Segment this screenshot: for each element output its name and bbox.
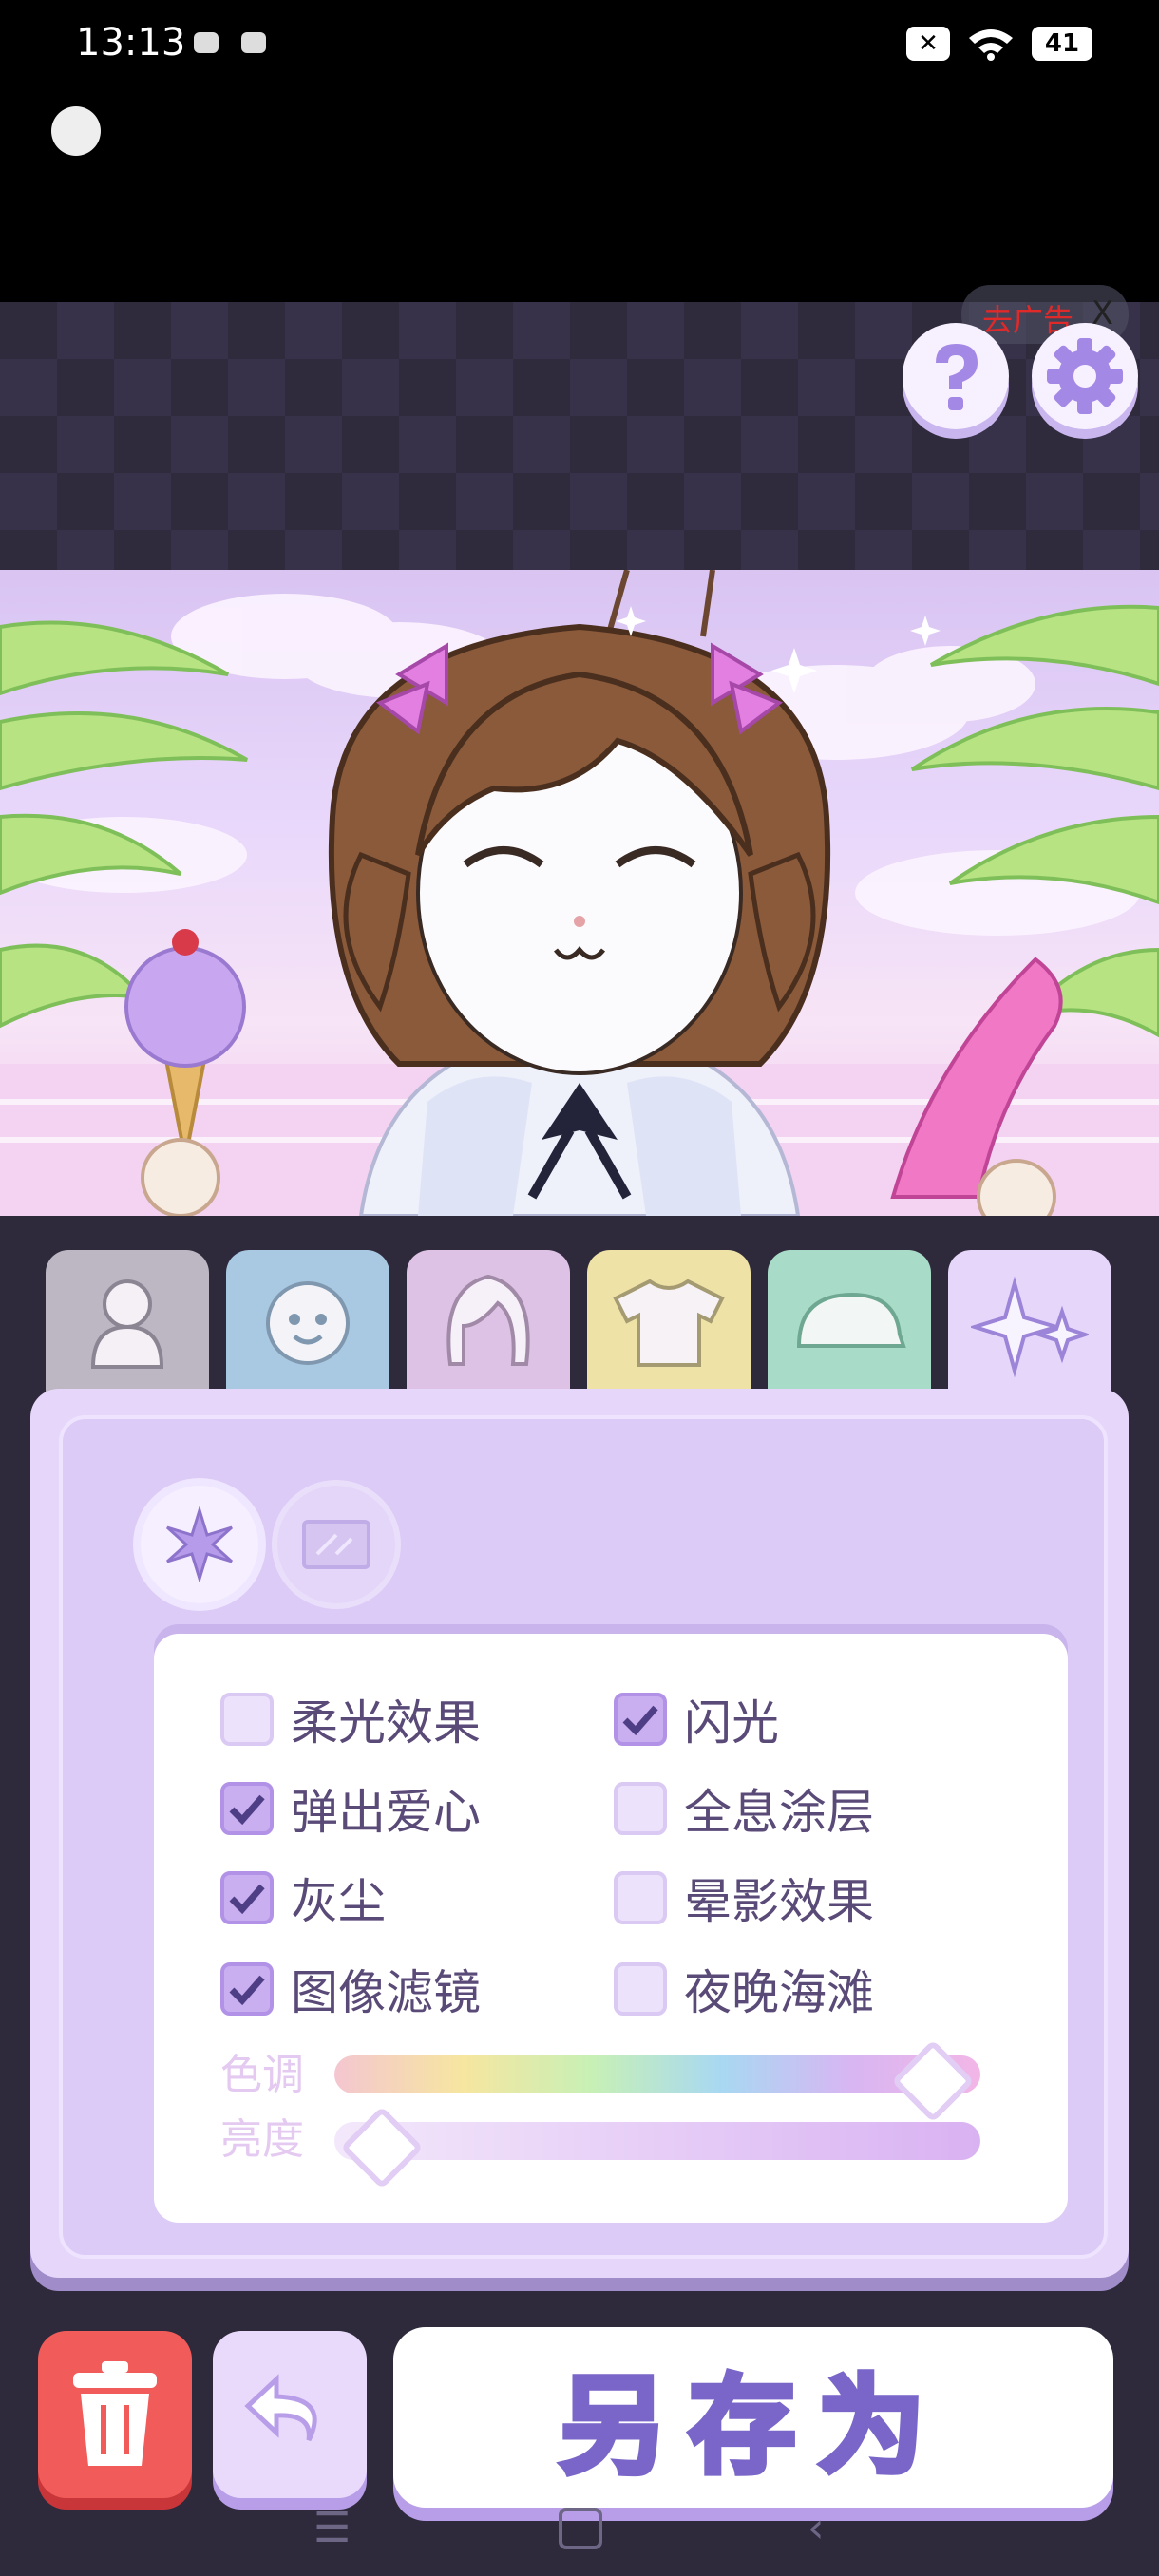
effects-panel: 柔光效果 闪光 弹出爱心 全息涂层 灰尘 晕影效果 图像滤镜 夜晚海滩 色调 亮… [30,1389,1129,2278]
settings-button[interactable] [1032,323,1138,429]
hat-icon [796,1292,906,1348]
effects-panel-inner: 柔光效果 闪光 弹出爱心 全息涂层 灰尘 晕影效果 图像滤镜 夜晚海滩 色调 亮… [59,1415,1108,2259]
save-as-button[interactable]: 另存为 [393,2327,1113,2508]
option-label: 闪光 [684,1695,779,1751]
wifi-icon [969,29,1013,61]
checkbox-hologram[interactable] [614,1782,667,1835]
tab-clothes[interactable] [587,1250,750,1392]
checkbox-flash[interactable] [614,1693,667,1746]
status-bar: 13:13 ✕ 41 [0,0,1159,302]
home-icon[interactable] [559,2508,602,2549]
option-label: 夜晚海滩 [684,1965,874,2020]
system-navigation-bar: ☰ ‹ [0,2504,1159,2576]
tab-body[interactable] [46,1250,209,1392]
checkbox-pop-hearts[interactable] [220,1782,274,1835]
option-label: 弹出爱心 [291,1785,481,1840]
undo-icon [244,2374,317,2442]
star-burst-icon [165,1506,234,1582]
back-icon[interactable]: ‹ [808,2504,825,2552]
effects-mode-button[interactable] [141,1486,258,1603]
hue-slider-track[interactable] [334,2055,980,2093]
brightness-label: 亮度 [220,2115,304,2164]
help-button[interactable] [902,323,1009,429]
checkmark-icon [622,1705,658,1735]
option-soft-light[interactable]: 柔光效果 [220,1685,481,1753]
body-icon [90,1279,164,1369]
checkbox-soft-light[interactable] [220,1693,274,1746]
option-hologram[interactable]: 全息涂层 [614,1774,874,1843]
clock: 13:13 [76,21,186,65]
mute-icon: ✕ [906,27,950,61]
tab-hair[interactable] [407,1250,570,1392]
option-flash[interactable]: 闪光 [614,1685,779,1753]
brightness-slider-track[interactable] [334,2122,980,2160]
checkbox-dust[interactable] [220,1871,274,1924]
character-preview [0,570,1159,1216]
hue-label: 色调 [220,2051,304,2099]
effects-options-card: 柔光效果 闪光 弹出爱心 全息涂层 灰尘 晕影效果 图像滤镜 夜晚海滩 色调 亮… [154,1634,1068,2223]
option-label: 图像滤镜 [291,1965,481,2020]
tab-hat[interactable] [768,1250,931,1392]
option-label: 柔光效果 [291,1695,481,1751]
checkmark-icon [229,1884,265,1914]
option-night-beach[interactable]: 夜晚海滩 [614,1955,874,2023]
checkmark-icon [229,1975,265,2005]
option-label: 晕影效果 [684,1874,874,1929]
notification-icon [194,32,218,53]
face-icon [266,1281,350,1365]
frame-mode-button[interactable] [277,1486,395,1603]
delete-button[interactable] [38,2331,192,2498]
hair-icon [446,1274,530,1366]
trash-icon [73,2361,157,2466]
camera-dot [51,106,101,156]
frame-icon [302,1520,370,1569]
question-mark-icon [936,344,978,410]
option-vignette[interactable]: 晕影效果 [614,1864,874,1932]
pixel-art-scene [0,570,1159,1216]
battery-indicator: 41 [1032,27,1092,61]
tab-face[interactable] [226,1250,390,1392]
checkbox-image-filter[interactable] [220,1962,274,2016]
gear-icon [1047,338,1123,414]
shirt-icon [613,1279,725,1367]
sparkle-icon [971,1276,1089,1378]
option-label: 灰尘 [291,1874,386,1929]
notification-icon-2 [241,32,266,53]
undo-button[interactable] [213,2331,367,2498]
option-label: 全息涂层 [684,1785,874,1840]
brightness-slider-thumb[interactable] [340,2106,424,2189]
option-pop-hearts[interactable]: 弹出爱心 [220,1774,481,1843]
category-tabs [46,1250,1113,1402]
recent-apps-icon[interactable]: ☰ [314,2504,351,2552]
option-image-filter[interactable]: 图像滤镜 [220,1955,481,2023]
checkbox-vignette[interactable] [614,1871,667,1924]
option-dust[interactable]: 灰尘 [220,1864,386,1932]
hue-slider-thumb[interactable] [890,2039,975,2123]
checkbox-night-beach[interactable] [614,1962,667,2016]
checkmark-icon [229,1794,265,1825]
tab-effects[interactable] [948,1250,1112,1402]
